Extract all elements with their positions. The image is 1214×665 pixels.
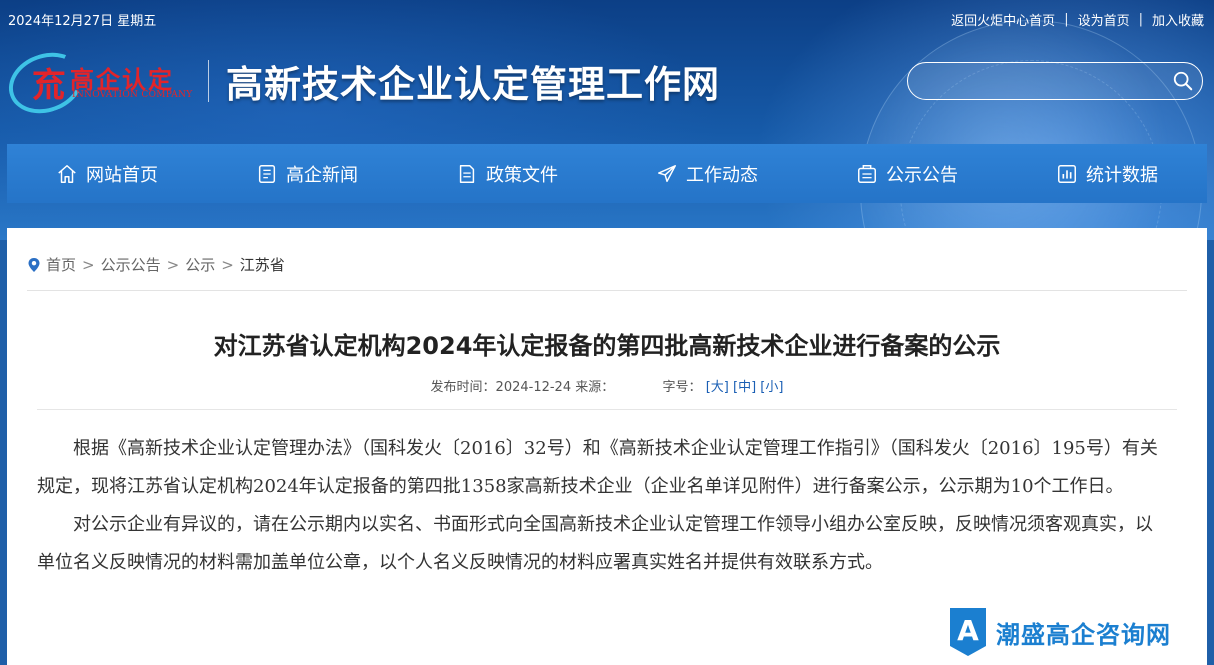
send-icon xyxy=(658,164,676,182)
font-size-medium-button[interactable]: [中] xyxy=(733,380,756,395)
nav-notices[interactable]: 公示公告 xyxy=(807,144,1007,203)
article-paragraph: 对公示企业有异议的，请在公示期内以实名、书面形式向全国高新技术企业认定管理工作领… xyxy=(37,514,1153,573)
add-favorite-link[interactable]: 加入收藏 xyxy=(1152,10,1204,29)
watermark-logo-icon: A xyxy=(950,608,986,656)
divider xyxy=(37,409,1177,410)
article-paragraph: 根据《高新技术企业认定管理办法》（国科发火〔2016〕32号）和《高新技术企业认… xyxy=(37,438,1158,497)
nav-label: 公示公告 xyxy=(886,164,958,186)
search-icon[interactable] xyxy=(1172,70,1194,92)
notice-icon xyxy=(858,164,876,183)
nav-news[interactable]: 高企新闻 xyxy=(207,144,407,203)
watermark: A 潮盛高企咨询网 xyxy=(946,606,1171,658)
nav-label: 工作动态 xyxy=(686,164,758,186)
nav-policy[interactable]: 政策文件 xyxy=(407,144,607,203)
set-homepage-link[interactable]: 设为首页 xyxy=(1078,10,1130,29)
watermark-text: 潮盛高企咨询网 xyxy=(996,619,1171,649)
breadcrumb-home[interactable]: 首页 xyxy=(46,254,76,275)
logo-divider xyxy=(208,60,209,102)
back-to-torch-home-link[interactable]: 返回火炬中心首页 xyxy=(951,10,1055,29)
location-pin-icon xyxy=(28,257,40,272)
logo-mark-icon: 㐬 xyxy=(32,66,66,106)
nav-work-updates[interactable]: 工作动态 xyxy=(607,144,807,203)
watermark-logo-letter: A xyxy=(957,614,979,647)
nav-label: 高企新闻 xyxy=(286,164,358,186)
main-nav: 网站首页 高企新闻 政策文件 工作动态 公示公告 统计数据 xyxy=(7,144,1207,203)
content-panel: 首页 > 公示公告 > 公示 > 江苏省 对江苏省认定机构2024年认定报备的第… xyxy=(7,228,1207,665)
font-size-label: 字号： xyxy=(662,380,702,395)
search-box xyxy=(907,62,1203,100)
breadcrumb-current[interactable]: 江苏省 xyxy=(240,254,285,275)
top-bar: 2024年12月27日 星期五 返回火炬中心首页 | 设为首页 | 加入收藏 xyxy=(0,0,1214,36)
file-icon xyxy=(459,164,475,183)
publish-date: 2024-12-24 xyxy=(495,380,572,395)
divider xyxy=(27,290,1187,291)
site-title: 高新技术企业认定管理工作网 xyxy=(226,62,720,106)
top-links: 返回火炬中心首页 | 设为首页 | 加入收藏 xyxy=(951,10,1204,29)
breadcrumb: 首页 > 公示公告 > 公示 > 江苏省 xyxy=(27,254,285,275)
article-title: 对江苏省认定机构2024年认定报备的第四批高新技术企业进行备案的公示 xyxy=(213,332,1001,360)
nav-statistics[interactable]: 统计数据 xyxy=(1007,144,1207,203)
publish-date-label: 发布时间： xyxy=(430,380,496,395)
nav-home[interactable]: 网站首页 xyxy=(7,144,207,203)
nav-label: 政策文件 xyxy=(486,164,558,186)
source-label: 来源： xyxy=(575,380,615,395)
header-background xyxy=(0,0,1214,362)
article-meta: 发布时间：2024-12-24 来源： 字号： [大] [中] [小] xyxy=(7,376,1207,395)
search-input[interactable] xyxy=(924,69,1168,95)
logo-text-en: INNOVATION COMPANY xyxy=(72,90,193,100)
font-size-small-button[interactable]: [小] xyxy=(760,380,783,395)
nav-label: 统计数据 xyxy=(1086,164,1158,186)
top-link-separator: | xyxy=(1138,12,1143,27)
top-link-separator: | xyxy=(1064,12,1069,27)
document-icon xyxy=(258,164,276,183)
nav-label: 网站首页 xyxy=(86,164,158,186)
current-date: 2024年12月27日 星期五 xyxy=(8,14,157,29)
site-logo[interactable]: 㐬 高企认定 INNOVATION COMPANY xyxy=(0,42,206,124)
breadcrumb-notices[interactable]: 公示公告 xyxy=(101,254,161,275)
chart-icon xyxy=(1058,164,1076,183)
breadcrumb-publicity[interactable]: 公示 xyxy=(185,254,215,275)
breadcrumb-separator: > xyxy=(82,255,95,274)
font-size-large-button[interactable]: [大] xyxy=(706,380,729,395)
breadcrumb-separator: > xyxy=(221,255,234,274)
article-body: 根据《高新技术企业认定管理办法》（国科发火〔2016〕32号）和《高新技术企业认… xyxy=(37,430,1167,582)
home-icon xyxy=(58,164,76,183)
breadcrumb-separator: > xyxy=(166,255,180,274)
